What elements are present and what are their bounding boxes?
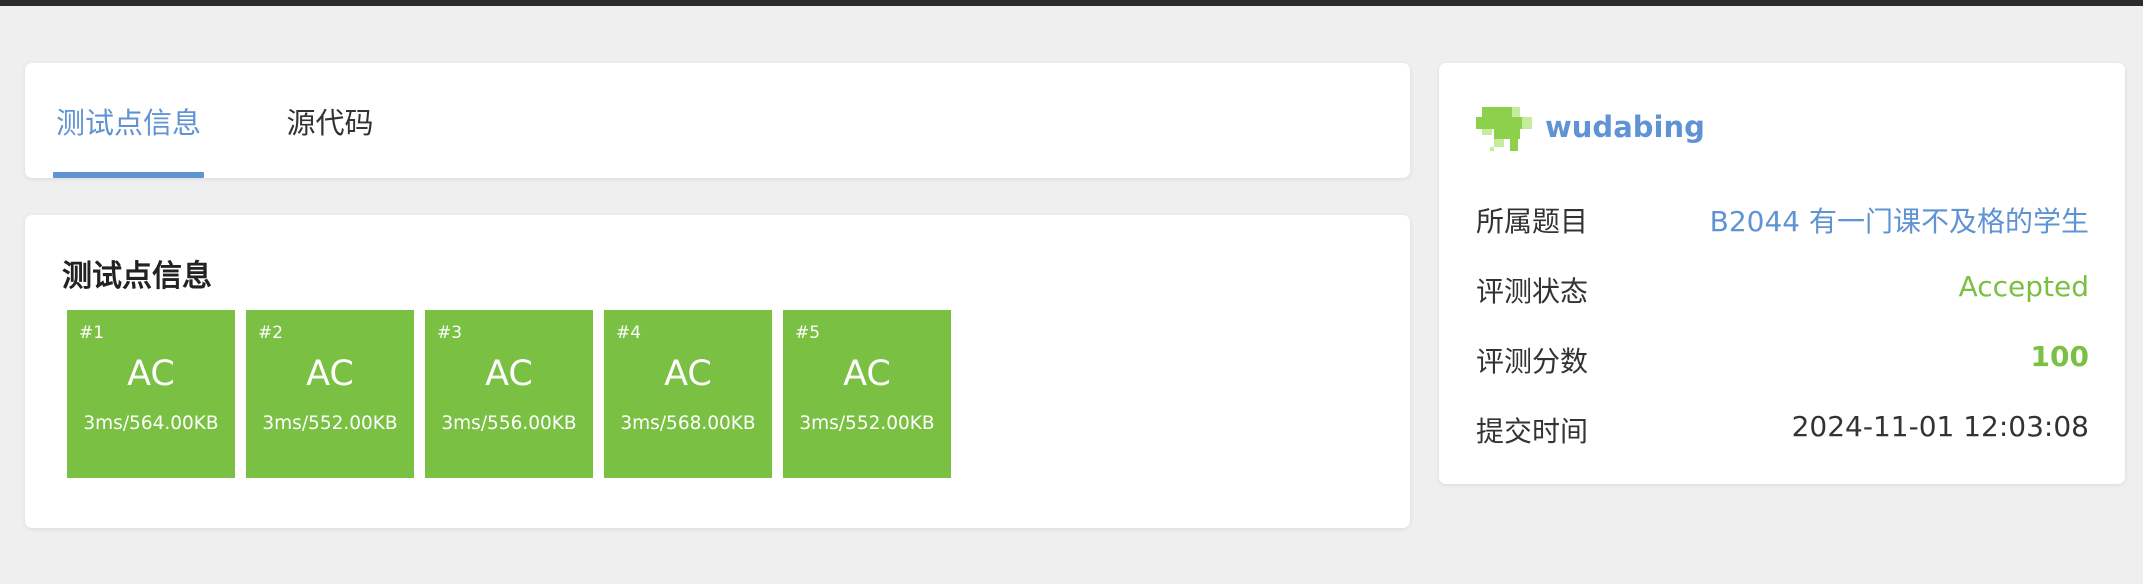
testcase-number: #4 bbox=[616, 323, 642, 343]
problem-label: 所属题目 bbox=[1476, 205, 1589, 238]
problem-link[interactable]: B2044 有一门课不及格的学生 bbox=[1710, 200, 2089, 240]
identicon-avatar-icon[interactable] bbox=[1476, 105, 1532, 153]
testcase-number: #1 bbox=[79, 323, 105, 343]
tab-testcase-info[interactable]: 测试点信息 bbox=[53, 63, 204, 178]
testcase-tile-1[interactable]: #1 AC 3ms/564.00KB bbox=[67, 310, 235, 478]
tab-source-code-label: 源代码 bbox=[286, 105, 374, 140]
testcase-number: #3 bbox=[437, 323, 463, 343]
testcases-card: 测试点信息 #1 AC 3ms/564.00KB #2 AC 3ms/552.0… bbox=[25, 215, 1410, 528]
testcase-time-memory: 3ms/568.00KB bbox=[620, 413, 756, 434]
username-link[interactable]: wudabing bbox=[1545, 110, 1705, 144]
testcase-number: #2 bbox=[258, 323, 284, 343]
problem-row: 所属题目 B2044 有一门课不及格的学生 bbox=[1476, 200, 2089, 240]
testcase-status: AC bbox=[127, 354, 175, 394]
tabs-card: 测试点信息 源代码 bbox=[25, 63, 1410, 178]
tab-testcase-info-label: 测试点信息 bbox=[55, 105, 201, 140]
status-row: 评测状态 Accepted bbox=[1476, 270, 2089, 310]
testcase-time-memory: 3ms/556.00KB bbox=[441, 413, 577, 434]
submit-time-row: 提交时间 2024-11-01 12:03:08 bbox=[1476, 410, 2089, 450]
score-label: 评测分数 bbox=[1476, 345, 1589, 378]
submit-time-label: 提交时间 bbox=[1476, 415, 1589, 448]
submission-info-card: wudabing 所属题目 B2044 有一门课不及格的学生 评测状态 Acce… bbox=[1439, 63, 2125, 484]
testcase-tile-2[interactable]: #2 AC 3ms/552.00KB bbox=[246, 310, 414, 478]
testcase-time-memory: 3ms/564.00KB bbox=[83, 413, 219, 434]
testcase-status: AC bbox=[664, 354, 712, 394]
score-row: 评测分数 100 bbox=[1476, 340, 2089, 380]
testcase-tile-4[interactable]: #4 AC 3ms/568.00KB bbox=[604, 310, 772, 478]
score-value: 100 bbox=[2030, 340, 2089, 373]
testcase-tile-5[interactable]: #5 AC 3ms/552.00KB bbox=[783, 310, 951, 478]
testcase-time-memory: 3ms/552.00KB bbox=[262, 413, 398, 434]
testcases-title: 测试点信息 bbox=[62, 259, 212, 294]
testcase-status: AC bbox=[843, 354, 891, 394]
testcase-status: AC bbox=[485, 354, 533, 394]
top-navbar-edge bbox=[0, 0, 2143, 6]
status-label: 评测状态 bbox=[1476, 275, 1589, 308]
status-value: Accepted bbox=[1958, 270, 2089, 303]
testcase-tile-3[interactable]: #3 AC 3ms/556.00KB bbox=[425, 310, 593, 478]
submit-time-value: 2024-11-01 12:03:08 bbox=[1791, 410, 2089, 443]
testcase-number: #5 bbox=[795, 323, 821, 343]
testcase-time-memory: 3ms/552.00KB bbox=[799, 413, 935, 434]
tab-source-code[interactable]: 源代码 bbox=[255, 63, 405, 178]
testcase-status: AC bbox=[306, 354, 354, 394]
